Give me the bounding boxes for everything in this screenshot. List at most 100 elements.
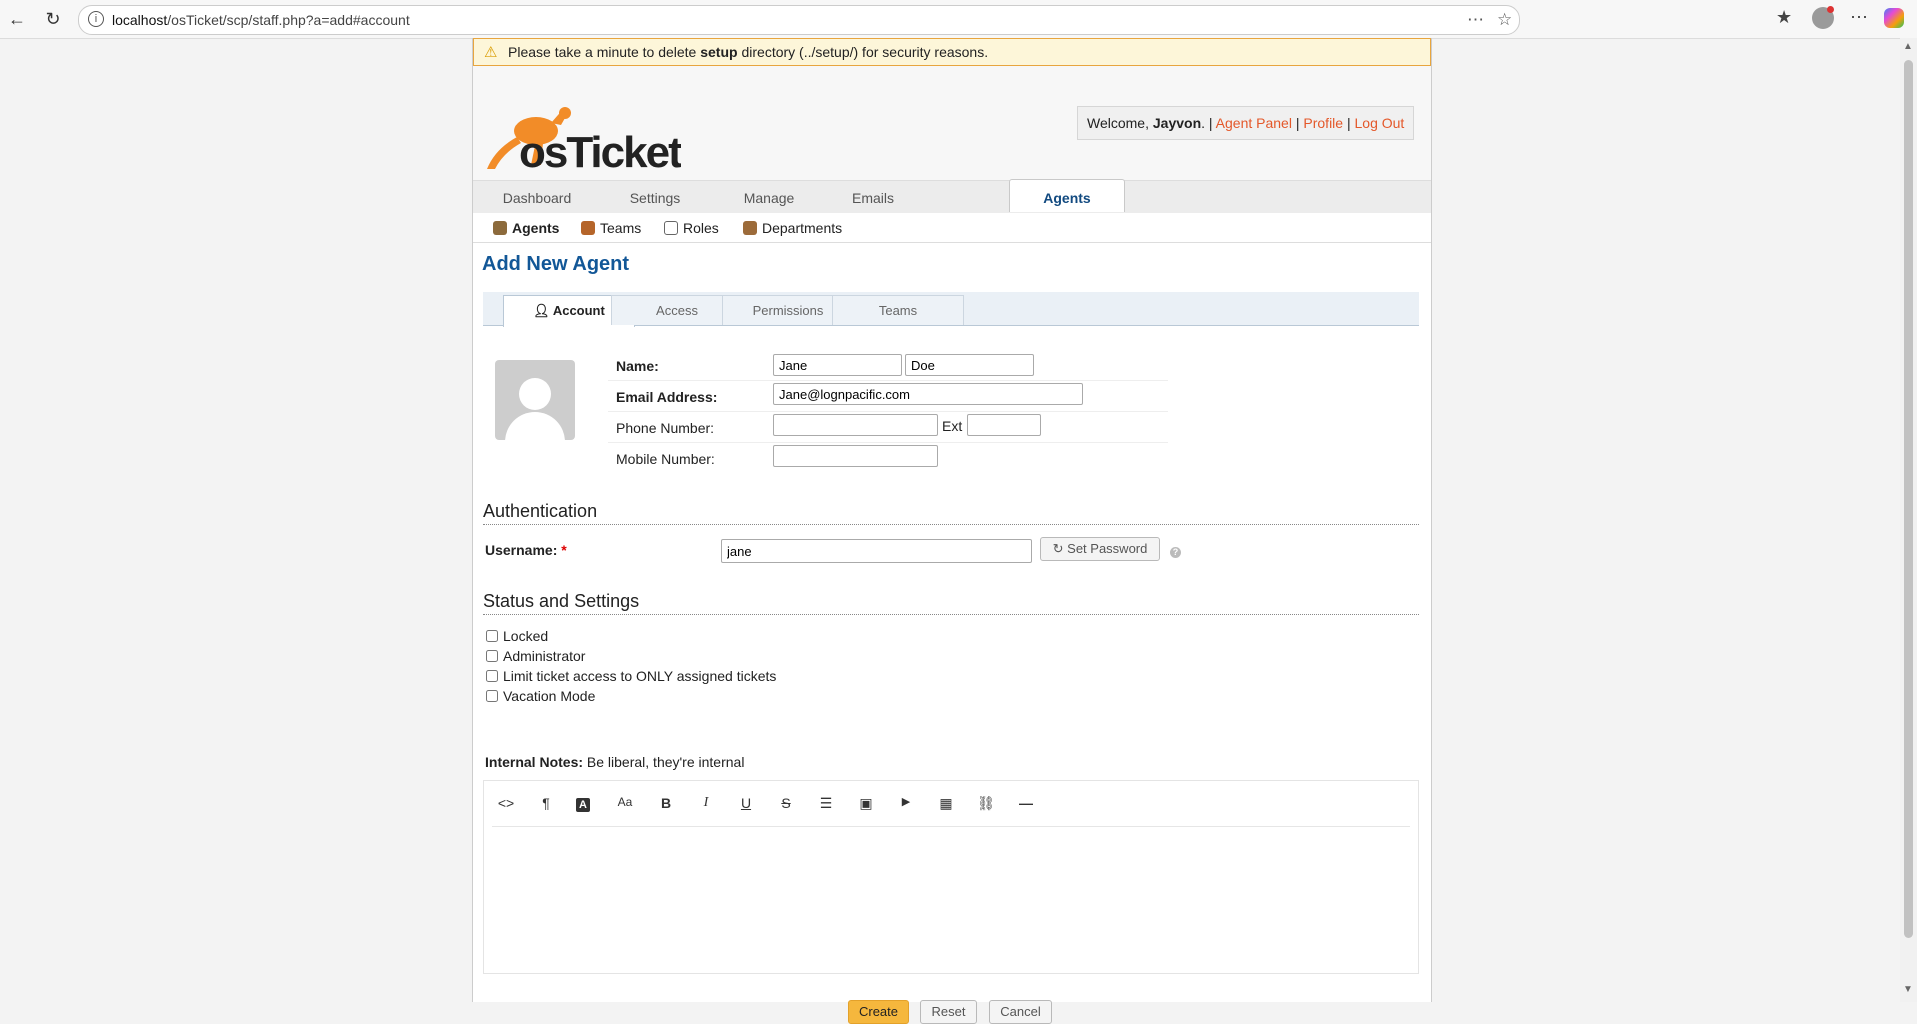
image-icon[interactable]: ▣ [856, 795, 876, 812]
list-icon[interactable]: ☰ [816, 795, 836, 812]
url-text: localhost/osTicket/scp/staff.php?a=add#a… [112, 12, 410, 28]
refresh-icon: ↻ [1052, 541, 1064, 556]
email-label: Email Address: [616, 389, 718, 405]
nav-tab-manage[interactable]: Manage [719, 181, 819, 213]
phone-row: Phone Number: Ext [608, 411, 1168, 443]
vacation-mode-checkbox-row[interactable]: Vacation Mode [486, 688, 595, 704]
reader-icon[interactable]: ⋯ [1467, 10, 1484, 30]
internal-notes-hint: Be liberal, they're internal [586, 754, 745, 770]
text-color-icon[interactable]: A [576, 798, 590, 812]
scroll-up-icon[interactable]: ▲ [1903, 41, 1913, 52]
logout-link[interactable]: Log Out [1355, 115, 1405, 131]
help-icon[interactable]: ? [1170, 547, 1181, 558]
scrollbar-thumb[interactable] [1904, 60, 1913, 938]
create-button[interactable]: Create [848, 1000, 909, 1024]
code-icon[interactable]: <> [496, 795, 516, 811]
agent-icon [493, 221, 507, 235]
cancel-button[interactable]: Cancel [989, 1000, 1052, 1024]
nav-tab-emails[interactable]: Emails [823, 181, 923, 213]
video-icon[interactable]: ▶ [896, 795, 916, 808]
locked-checkbox-row[interactable]: Locked [486, 628, 548, 644]
user-icon: 👤︎ [533, 303, 550, 318]
setup-warning-banner: ⚠ Please take a minute to delete setup d… [473, 38, 1431, 66]
username-label-row: Username: * [485, 542, 567, 558]
first-name-input[interactable] [773, 354, 902, 376]
nav-tab-agents[interactable]: Agents [1009, 179, 1125, 212]
svg-text:osTicket: osTicket [519, 128, 681, 173]
notification-dot [1827, 6, 1834, 13]
departments-icon [743, 221, 757, 235]
reset-button[interactable]: Reset [920, 1000, 977, 1024]
subnav-agents[interactable]: Agents [493, 220, 559, 236]
tab-teams[interactable]: Teams [832, 295, 964, 325]
browser-toolbar: ← ↻ i localhost/osTicket/scp/staff.php?a… [0, 0, 1917, 39]
ext-input[interactable] [967, 414, 1041, 436]
warning-text: Please take a minute to delete setup dir… [508, 44, 989, 60]
favorites-icon[interactable]: ★ [1776, 7, 1792, 28]
username-label: Jayvon [1152, 115, 1202, 131]
vacation-mode-checkbox[interactable] [486, 690, 498, 702]
welcome-sep: . | [1201, 115, 1216, 131]
bold-icon[interactable]: B [656, 795, 676, 811]
phone-label: Phone Number: [616, 420, 715, 436]
italic-icon[interactable]: I [696, 795, 716, 811]
status-settings-heading: Status and Settings [483, 591, 1419, 615]
favorite-star-icon[interactable]: ☆ [1497, 10, 1512, 30]
editor-toolbar-divider [492, 826, 1410, 827]
font-size-icon[interactable]: Aa [615, 795, 635, 809]
phone-input[interactable] [773, 414, 938, 436]
subnav-departments[interactable]: Departments [743, 220, 842, 236]
limit-access-checkbox-row[interactable]: Limit ticket access to ONLY assigned tic… [486, 668, 776, 684]
vertical-scrollbar[interactable]: ▲ ▼ [1900, 38, 1917, 1002]
copilot-icon[interactable] [1884, 8, 1904, 28]
back-icon[interactable]: ← [6, 9, 28, 30]
roles-icon [664, 221, 678, 235]
mobile-input[interactable] [773, 445, 938, 467]
name-row: Name: [608, 349, 1168, 381]
page-title: Add New Agent [482, 253, 630, 275]
agent-panel-link[interactable]: Agent Panel [1216, 115, 1292, 131]
email-row: Email Address: [608, 380, 1168, 412]
welcome-text: Welcome, [1087, 115, 1153, 131]
underline-icon[interactable]: U [736, 795, 756, 811]
administrator-checkbox[interactable] [486, 650, 498, 662]
paragraph-icon[interactable]: ¶ [536, 795, 556, 811]
more-menu-icon[interactable]: ⋯ [1850, 7, 1868, 28]
internal-notes-label: Internal Notes: [485, 754, 584, 770]
subnav-roles[interactable]: Roles [664, 220, 719, 236]
site-info-icon[interactable]: i [88, 11, 104, 27]
name-label: Name: [616, 358, 659, 374]
administrator-checkbox-row[interactable]: Administrator [486, 648, 585, 664]
table-icon[interactable]: ▦ [936, 795, 956, 812]
nav-tab-settings[interactable]: Settings [609, 181, 701, 213]
username-input[interactable] [721, 539, 1032, 563]
nav-tab-dashboard[interactable]: Dashboard [493, 181, 581, 213]
strikethrough-icon[interactable]: S [776, 795, 796, 811]
authentication-heading: Authentication [483, 501, 1419, 525]
horizontal-rule-icon[interactable]: — [1016, 795, 1036, 811]
link-icon[interactable]: ⛓ [976, 795, 996, 812]
subnav-teams[interactable]: Teams [581, 220, 641, 236]
main-nav: Dashboard Settings Manage Emails Agents [473, 179, 1431, 214]
header: osTicket Welcome, Jayvon. | Agent Panel … [473, 66, 1431, 180]
form-tabs: 👤︎ Account Access Permissions Teams [483, 292, 1419, 327]
locked-checkbox[interactable] [486, 630, 498, 642]
warning-icon: ⚠ [484, 44, 498, 61]
mobile-label: Mobile Number: [616, 451, 715, 467]
scroll-down-icon[interactable]: ▼ [1903, 984, 1913, 995]
last-name-input[interactable] [905, 354, 1034, 376]
email-input[interactable] [773, 383, 1083, 405]
limit-access-checkbox[interactable] [486, 670, 498, 682]
username-field-label: Username: [485, 542, 558, 558]
profile-link[interactable]: Profile [1303, 115, 1343, 131]
set-password-button[interactable]: ↻ Set Password [1040, 537, 1160, 561]
internal-notes-editor[interactable]: <> ¶ A Aa B I U S ☰ ▣ ▶ ▦ ⛓ — [483, 780, 1419, 974]
welcome-box: Welcome, Jayvon. | Agent Panel | Profile… [1077, 106, 1415, 140]
reload-icon[interactable]: ↻ [42, 9, 64, 30]
address-bar[interactable]: i localhost/osTicket/scp/staff.php?a=add… [78, 5, 1520, 35]
page-container: ⚠ Please take a minute to delete setup d… [472, 38, 1432, 1024]
teams-icon [581, 221, 595, 235]
osticket-logo[interactable]: osTicket [481, 101, 685, 177]
sub-nav: Agents Teams Roles Departments [473, 213, 1431, 243]
avatar-placeholder [495, 360, 575, 440]
